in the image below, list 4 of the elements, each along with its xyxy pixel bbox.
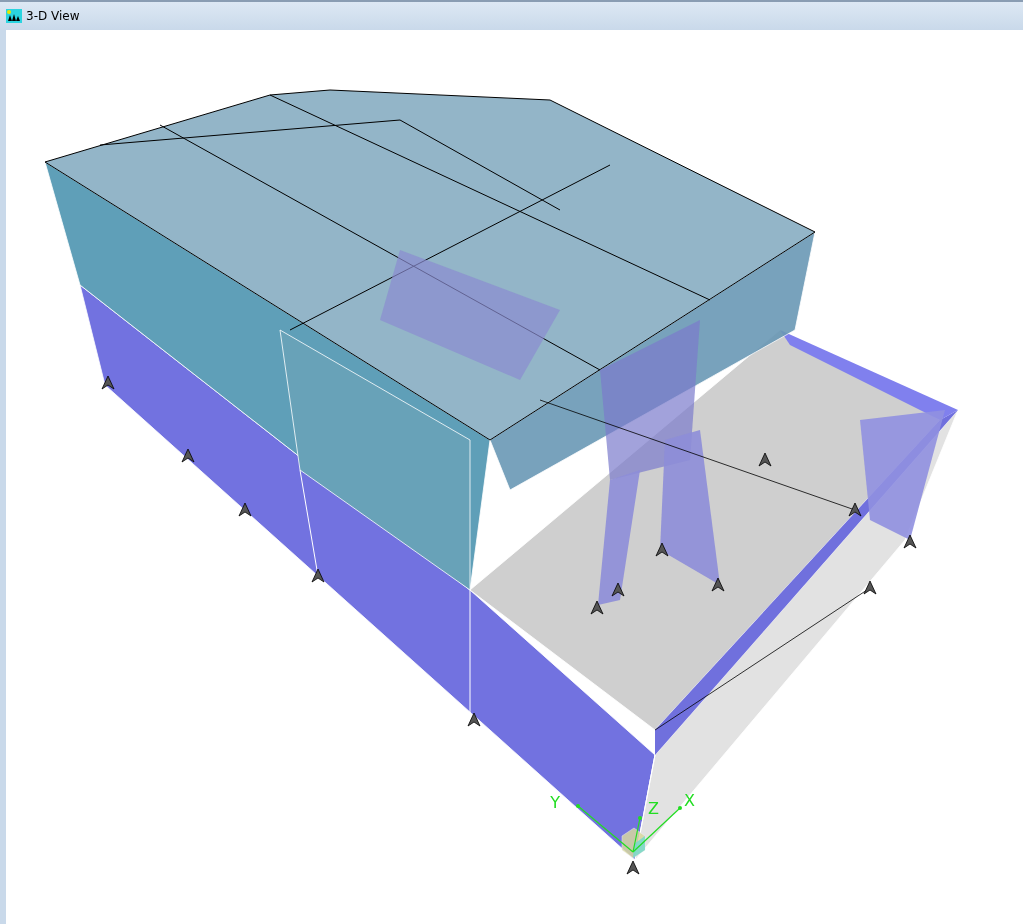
axis-label: X (684, 791, 695, 810)
axis-label: Z (648, 799, 659, 818)
window-title: 3-D View (26, 9, 80, 23)
axis-label: Y (550, 793, 560, 812)
